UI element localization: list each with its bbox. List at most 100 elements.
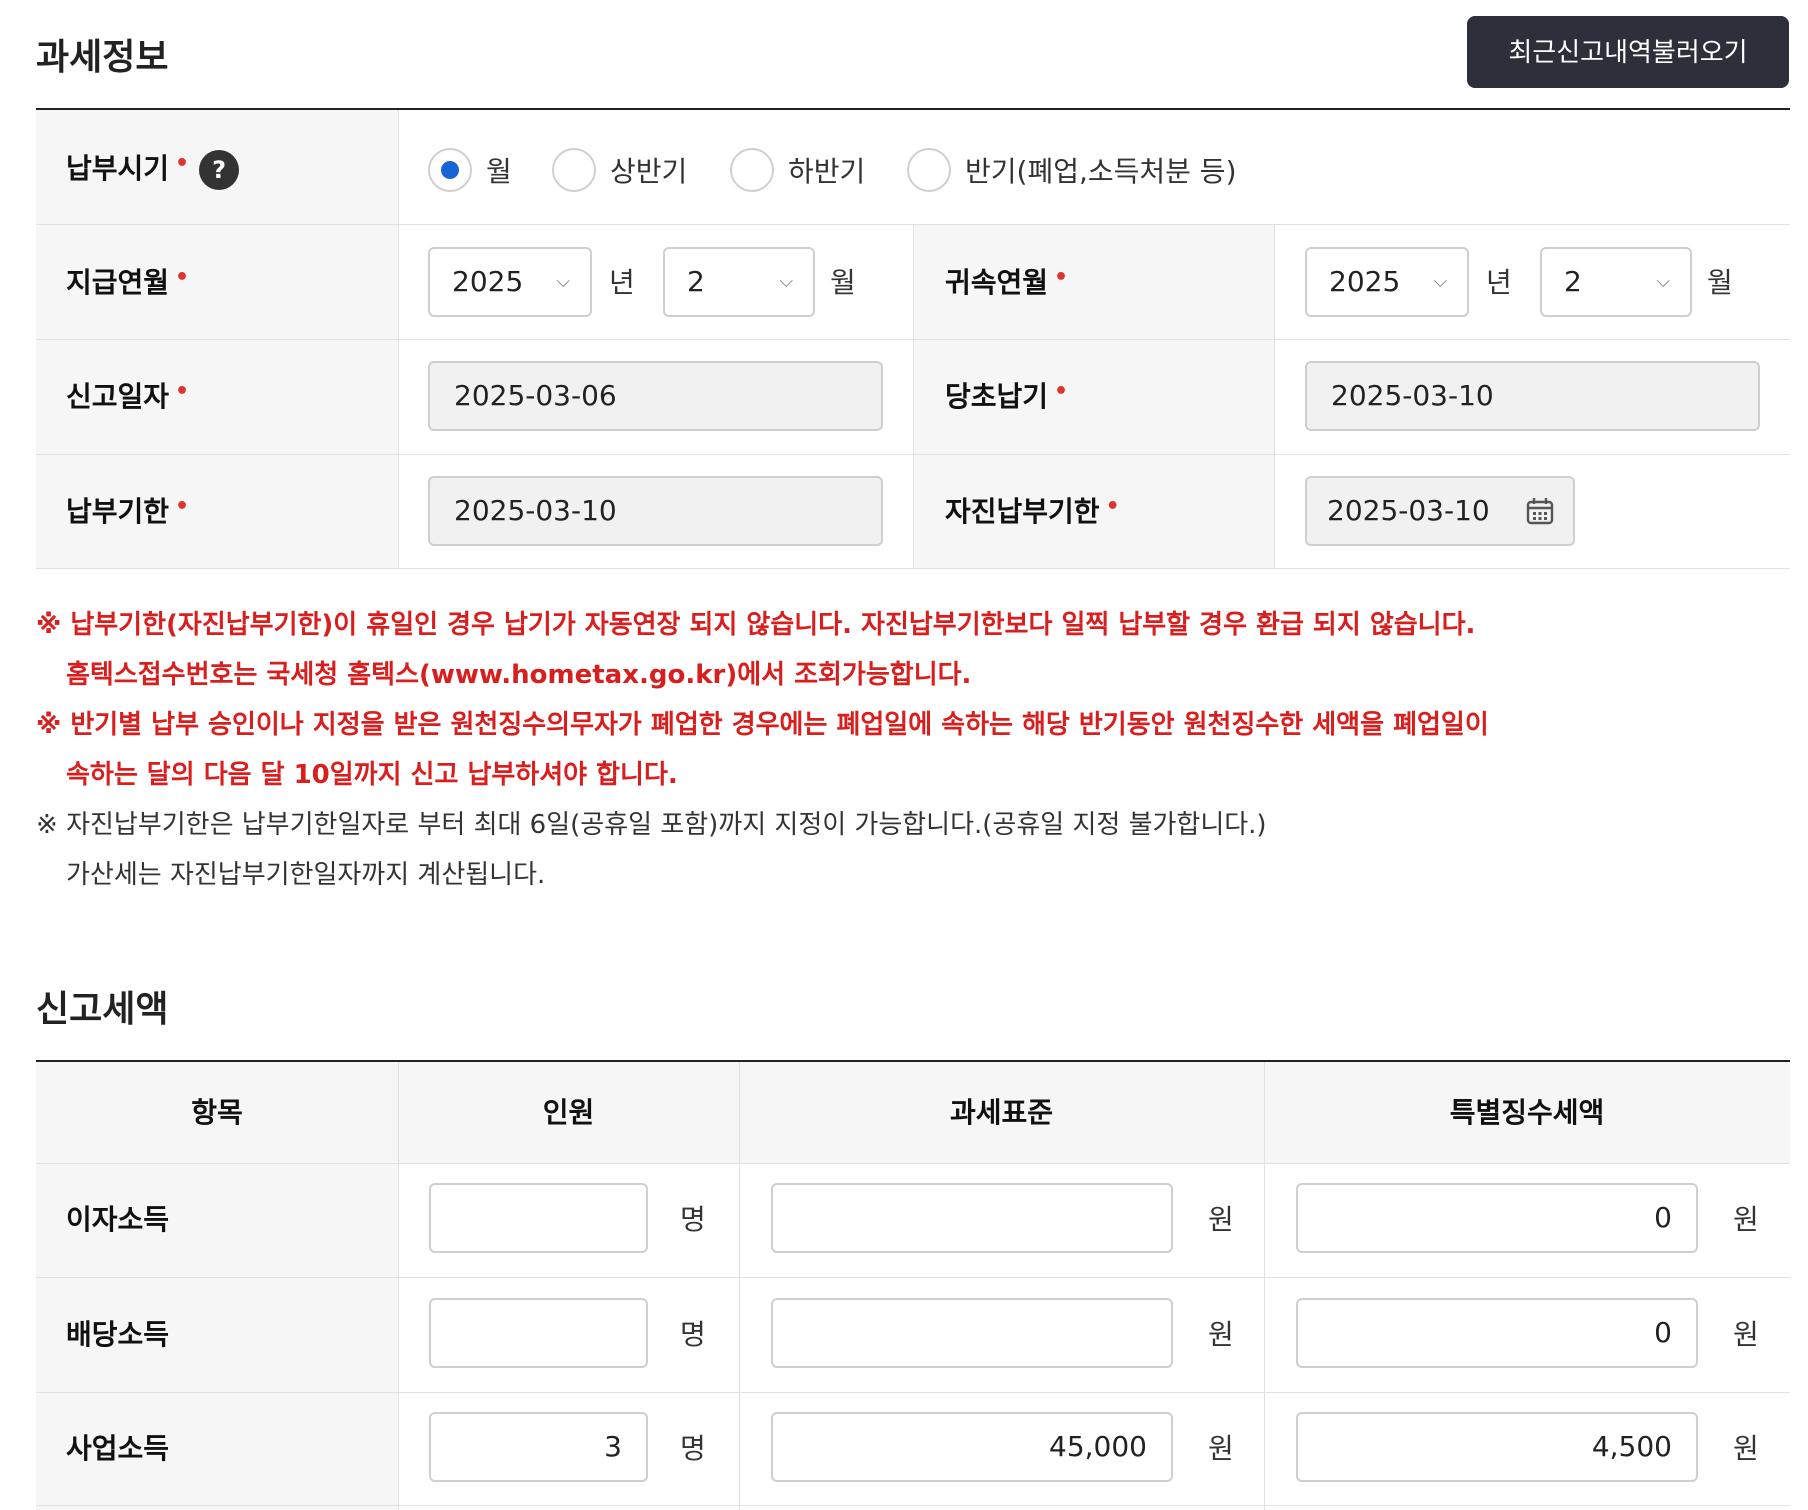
belong-month-label-text: 귀속연월 xyxy=(945,266,1049,299)
required-mark: • xyxy=(175,151,190,176)
radio-second-half[interactable]: 하반기 xyxy=(730,146,865,194)
header-special-tax: 특별징수세액 xyxy=(1449,1096,1605,1129)
pay-month-label: 지급연월 • xyxy=(66,265,190,303)
persons-input-dividend[interactable] xyxy=(429,1298,648,1368)
radio-monthly[interactable]: 월 xyxy=(428,146,512,194)
won-unit: 원 xyxy=(1733,1432,1759,1465)
radio-button[interactable] xyxy=(552,148,596,192)
required-mark: • xyxy=(175,494,190,519)
belong-year-select[interactable]: 2025 ⌵ xyxy=(1305,247,1469,317)
report-date-label-text: 신고일자 xyxy=(66,380,170,413)
self-due-date-picker[interactable]: 2025-03-10 xyxy=(1305,476,1575,546)
row-divider xyxy=(36,1505,1790,1506)
notice-mark: ※ xyxy=(36,810,58,840)
col-divider xyxy=(1274,225,1275,568)
header-tax-base: 과세표준 xyxy=(949,1096,1054,1129)
notice-text: 반기별 납부 승인이나 지정을 받은 원천징수의무자가 폐업한 경우에는 폐업일… xyxy=(70,710,1489,740)
radio-label-first-half: 상반기 xyxy=(610,155,688,188)
radio-first-half[interactable]: 상반기 xyxy=(552,146,687,194)
row-divider xyxy=(36,568,1790,569)
report-date-field: 2025-03-06 xyxy=(428,361,883,431)
header-item: 항목 xyxy=(191,1096,243,1129)
required-mark: • xyxy=(1054,379,1069,404)
col-divider xyxy=(913,225,914,568)
required-mark: • xyxy=(175,265,190,290)
month-unit: 월 xyxy=(1707,266,1733,299)
tax-input-business[interactable]: 4,500 xyxy=(1296,1412,1698,1482)
row-divider xyxy=(36,1392,1790,1393)
radio-label-monthly: 월 xyxy=(486,155,512,188)
row-divider xyxy=(36,1277,1790,1278)
notice-mark: ※ xyxy=(36,710,62,740)
radio-label-half-closure: 반기(폐업,소득처분 등) xyxy=(965,155,1237,188)
pay-month-value: 2 xyxy=(687,265,705,298)
original-due-label-text: 당초납기 xyxy=(945,380,1049,413)
person-unit: 명 xyxy=(680,1318,706,1351)
help-icon[interactable]: ? xyxy=(199,150,240,190)
radio-button-selected[interactable] xyxy=(428,148,472,192)
notice-line: ※ 반기별 납부 승인이나 지정을 받은 원천징수의무자가 폐업한 경우에는 폐… xyxy=(36,700,1776,750)
due-date-label: 납부기한 • xyxy=(66,494,190,532)
chevron-down-icon: ⌵ xyxy=(779,271,793,292)
notice-text: 자진납부기한은 납부기한일자로 부터 최대 6일(공휴일 포함)까지 지정이 가… xyxy=(66,810,1267,840)
due-date-field: 2025-03-10 xyxy=(428,476,883,546)
notice-list: ※ 납부기한(자진납부기한)이 휴일인 경우 납기가 자동연장 되지 않습니다.… xyxy=(36,600,1776,900)
notice-line: ※ 납부기한(자진납부기한)이 휴일인 경우 납기가 자동연장 되지 않습니다.… xyxy=(36,600,1776,650)
notice-self-due-date: ※ 자진납부기한은 납부기한일자로 부터 최대 6일(공휴일 포함)까지 지정이… xyxy=(36,800,1776,900)
notice-text: 납부기한(자진납부기한)이 휴일인 경우 납기가 자동연장 되지 않습니다. 자… xyxy=(70,610,1476,640)
belong-month-select[interactable]: 2 ⌵ xyxy=(1540,247,1692,317)
tax-base-input-interest[interactable] xyxy=(771,1183,1173,1253)
persons-input-business[interactable]: 3 xyxy=(429,1412,648,1482)
won-unit: 원 xyxy=(1208,1203,1234,1236)
section-title-tax-info: 과세정보 xyxy=(36,37,169,78)
pay-month-select[interactable]: 2 ⌵ xyxy=(663,247,815,317)
self-due-date-label: 자진납부기한 • xyxy=(945,494,1120,532)
pay-month-label-text: 지급연월 xyxy=(66,266,170,299)
row-label-dividend: 배당소득 xyxy=(66,1318,170,1351)
month-unit: 월 xyxy=(830,266,856,299)
tax-base-input-dividend[interactable] xyxy=(771,1298,1173,1368)
tax-input-interest[interactable]: 0 xyxy=(1296,1183,1698,1253)
person-unit: 명 xyxy=(680,1203,706,1236)
year-unit: 년 xyxy=(1486,266,1512,299)
row-divider xyxy=(36,1163,1790,1164)
won-unit: 원 xyxy=(1208,1318,1234,1351)
belong-year-value: 2025 xyxy=(1329,265,1401,298)
load-recent-report-button[interactable]: 최근신고내역불러오기 xyxy=(1467,16,1789,88)
chevron-down-icon: ⌵ xyxy=(1656,271,1670,292)
year-unit: 년 xyxy=(609,266,635,299)
radio-selected-dot xyxy=(441,161,459,179)
pay-year-value: 2025 xyxy=(452,265,524,298)
pay-year-select[interactable]: 2025 ⌵ xyxy=(428,247,592,317)
notice-text: 속하는 달의 다음 달 10일까지 신고 납부하셔야 합니다. xyxy=(66,760,678,790)
won-unit: 원 xyxy=(1733,1203,1759,1236)
tax-input-dividend[interactable]: 0 xyxy=(1296,1298,1698,1368)
chevron-down-icon: ⌵ xyxy=(1433,271,1447,292)
radio-half-closure[interactable]: 반기(폐업,소득처분 등) xyxy=(907,146,1237,194)
person-unit: 명 xyxy=(680,1432,706,1465)
radio-button[interactable] xyxy=(730,148,774,192)
tax-base-input-business[interactable]: 45,000 xyxy=(771,1412,1173,1482)
radio-button[interactable] xyxy=(907,148,951,192)
notice-text: 가산세는 자진납부기한일자까지 계산됩니다. xyxy=(66,860,546,890)
notice-line: ※ 자진납부기한은 납부기한일자로 부터 최대 6일(공휴일 포함)까지 지정이… xyxy=(36,800,1776,850)
col-divider xyxy=(398,110,399,568)
persons-input-interest[interactable] xyxy=(429,1183,648,1253)
won-unit: 원 xyxy=(1733,1318,1759,1351)
won-unit: 원 xyxy=(1208,1432,1234,1465)
notice-half-year-closure: ※ 반기별 납부 승인이나 지정을 받은 원천징수의무자가 폐업한 경우에는 폐… xyxy=(36,700,1776,800)
radio-label-second-half: 하반기 xyxy=(788,155,866,188)
original-due-label: 당초납기 • xyxy=(945,379,1069,417)
self-due-date-value: 2025-03-10 xyxy=(1327,494,1490,527)
section-title-tax-amount: 신고세액 xyxy=(36,989,169,1030)
chevron-down-icon: ⌵ xyxy=(556,271,570,292)
payment-period-label-text: 납부시기 xyxy=(66,152,170,185)
row-label-business: 사업소득 xyxy=(66,1432,170,1465)
row-label-interest: 이자소득 xyxy=(66,1203,170,1236)
notice-text: 홈텍스접수번호는 국세청 홈텍스(www.hometax.go.kr)에서 조회… xyxy=(66,660,972,690)
self-due-date-label-text: 자진납부기한 xyxy=(945,495,1100,528)
calendar-icon[interactable] xyxy=(1525,496,1555,526)
belong-month-label: 귀속연월 • xyxy=(945,265,1068,303)
required-mark: • xyxy=(1105,494,1120,519)
due-date-label-text: 납부기한 xyxy=(66,495,170,528)
